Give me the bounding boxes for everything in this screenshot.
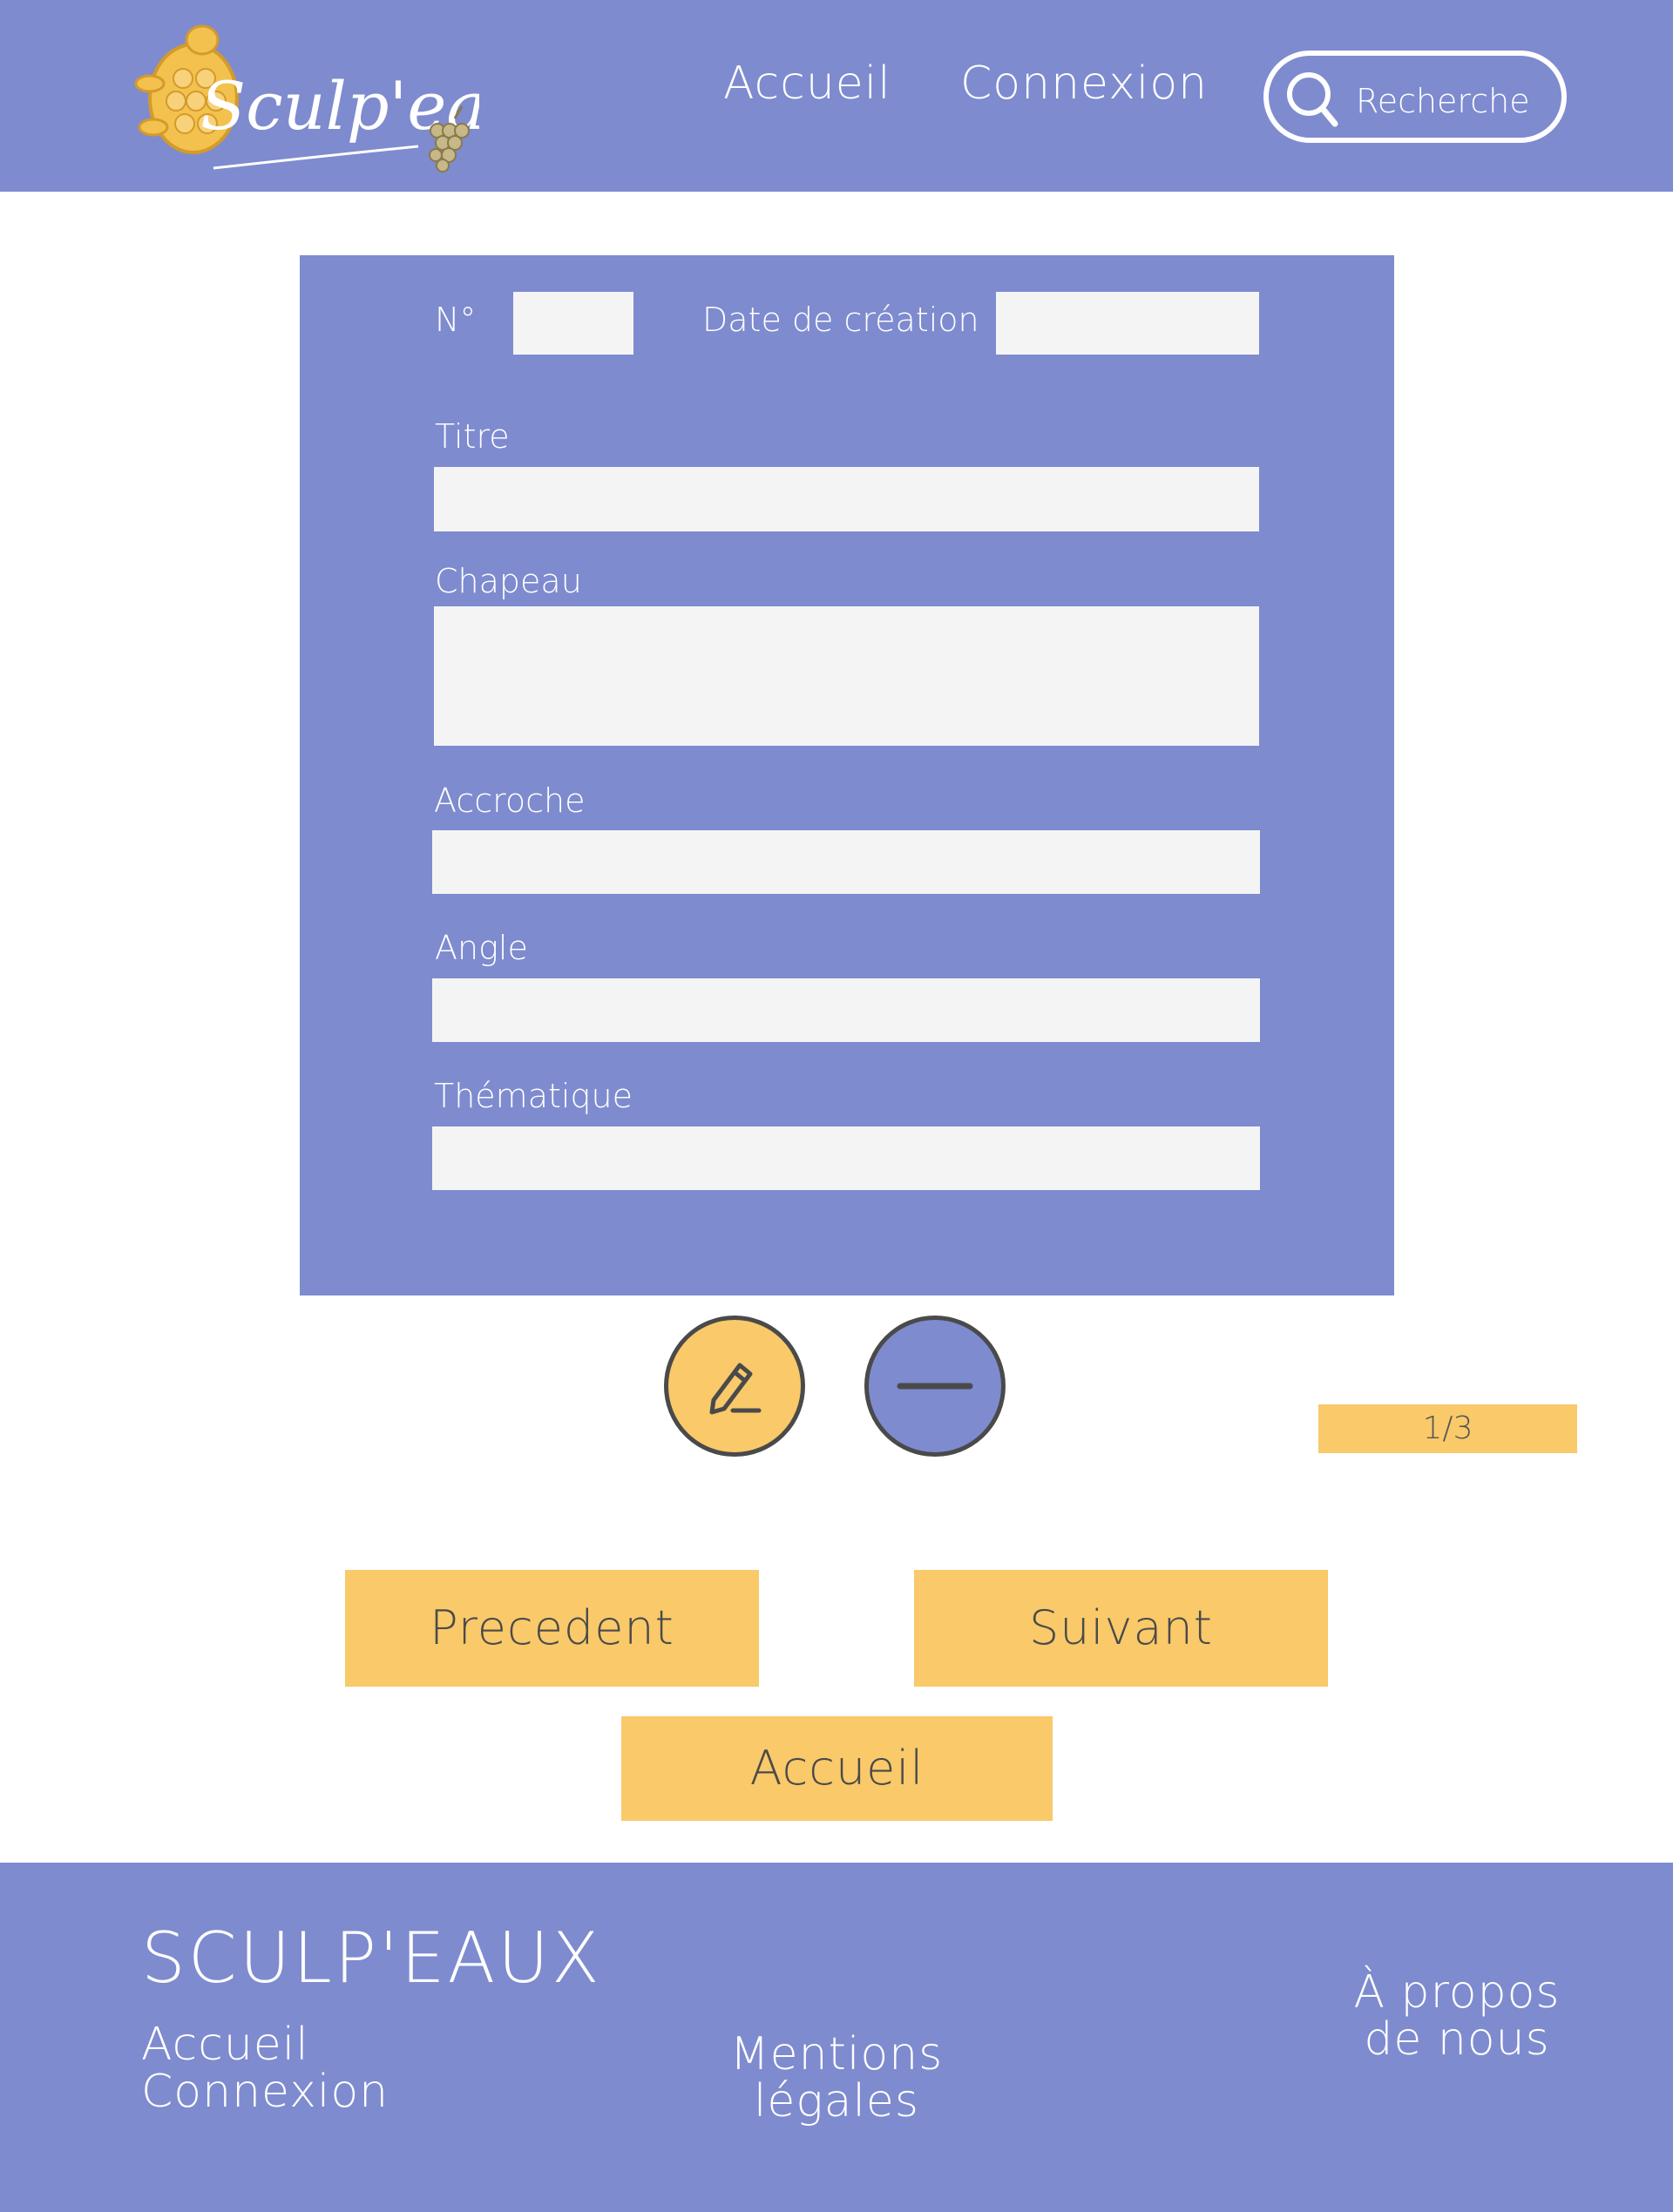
footer: SCULP'EAUX Accueil Connexion Mentions lé…	[0, 1863, 1673, 2212]
thematique-field[interactable]	[432, 1126, 1260, 1190]
thematique-label: Thématique	[434, 1077, 633, 1115]
search-placeholder: Recherche	[1356, 82, 1530, 120]
pencil-icon	[709, 1363, 762, 1415]
footer-about-line2: de nous	[1364, 2013, 1550, 2066]
accroche-label: Accroche	[434, 781, 586, 820]
chapeau-field[interactable]	[434, 606, 1259, 746]
home-button[interactable]: Accueil	[621, 1716, 1053, 1821]
angle-field[interactable]	[432, 978, 1260, 1042]
remove-button[interactable]	[864, 1316, 1006, 1457]
footer-mentions-line2: légales	[753, 2075, 920, 2127]
creation-date-label: Date de création	[702, 301, 979, 339]
header: Sculp'eaux Accueil Connexion Recherche	[0, 0, 1673, 192]
footer-accueil-link[interactable]: Accueil	[141, 2021, 309, 2068]
footer-about-line1: À propos	[1353, 1966, 1561, 2019]
footer-about-link[interactable]: À propos de nous	[1283, 1969, 1631, 2063]
search-icon	[1283, 68, 1340, 131]
edit-button[interactable]	[664, 1316, 805, 1457]
page-indicator: 1/3	[1318, 1404, 1577, 1453]
turtle-logo-icon: Sculp'eaux	[134, 24, 566, 172]
search-input[interactable]: Recherche	[1263, 51, 1567, 143]
minus-icon	[897, 1383, 973, 1390]
creation-date-field[interactable]	[996, 292, 1259, 355]
footer-connexion-link[interactable]: Connexion	[141, 2068, 389, 2115]
titre-label: Titre	[435, 417, 510, 456]
chapeau-label: Chapeau	[435, 562, 582, 600]
number-field[interactable]	[513, 292, 633, 355]
titre-field[interactable]	[434, 467, 1259, 531]
next-button[interactable]: Suivant	[914, 1570, 1328, 1687]
accroche-field[interactable]	[432, 830, 1260, 894]
site-logo[interactable]: Sculp'eaux	[131, 16, 566, 181]
number-label: N°	[435, 301, 477, 339]
previous-button[interactable]: Precedent	[345, 1570, 759, 1687]
footer-brand: SCULP'EAUX	[141, 1918, 602, 1999]
footer-mentions-line1: Mentions	[729, 2028, 944, 2080]
article-form: N° Date de création Titre Chapeau Accroc…	[300, 255, 1394, 1295]
angle-label: Angle	[435, 929, 528, 967]
nav-accueil-link[interactable]: Accueil	[723, 57, 891, 110]
nav-connexion-link[interactable]: Connexion	[960, 57, 1208, 110]
footer-mentions-legales-link[interactable]: Mentions légales	[662, 2031, 1011, 2125]
